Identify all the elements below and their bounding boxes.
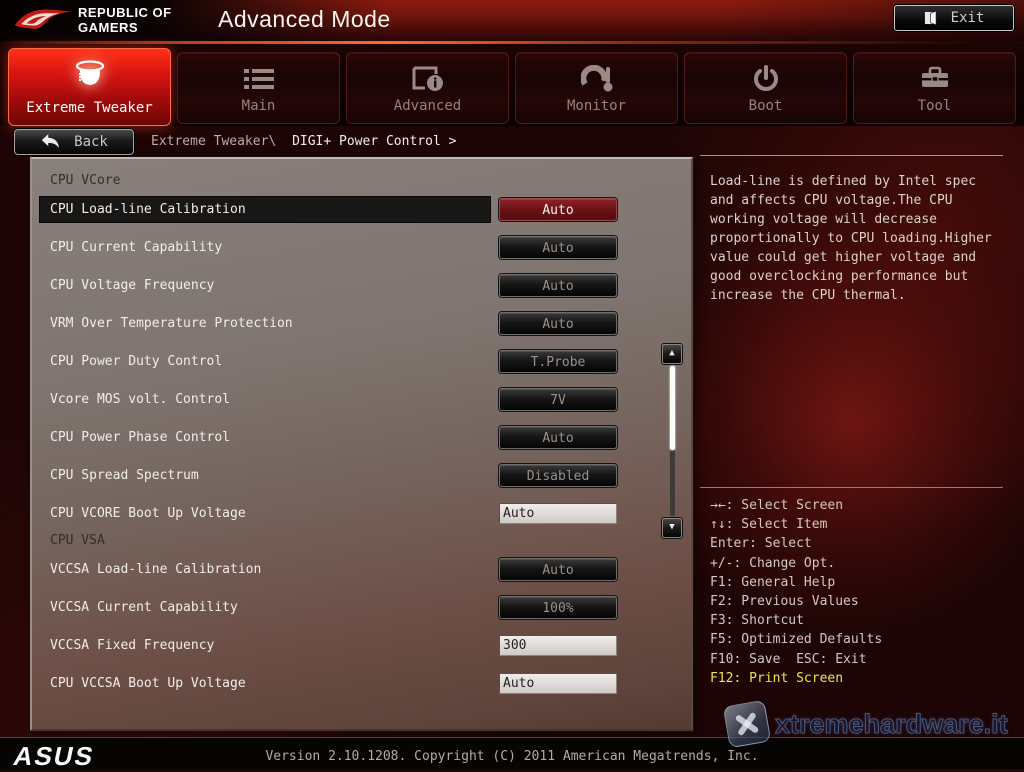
extreme-tweaker-icon [9,59,170,91]
setting-row-vccsa-load-line-calibration[interactable]: VCCSA Load-line Calibration Auto [32,550,691,588]
tab-label: Main [241,98,276,114]
setting-value-input[interactable] [499,634,617,656]
setting-value-input[interactable] [499,672,617,694]
exit-door-icon [924,10,937,26]
shortcut-f1-general-help: F1: General Help [710,574,836,590]
setting-label: CPU Voltage Frequency [50,277,215,293]
setting-value-button[interactable]: Auto [499,235,617,259]
setting-row-vccsa-current-capability[interactable]: VCCSA Current Capability 100% [32,588,691,626]
shortcut-f10-save-esc-exit: F10: Save ESC: Exit [710,651,867,667]
setting-row-cpu-vcore-boot-up-voltage[interactable]: CPU VCORE Boot Up Voltage [32,494,691,532]
setting-value-button[interactable]: Disabled [499,463,617,487]
setting-value-input[interactable] [499,502,617,524]
tab-label: Extreme Tweaker [26,100,153,116]
setting-label: CPU Power Duty Control [50,353,223,369]
setting-label: CPU VCORE Boot Up Voltage [50,505,246,521]
setting-label: VCCSA Fixed Frequency [50,637,215,653]
setting-row-cpu-power-phase-control[interactable]: CPU Power Phase Control Auto [32,418,691,456]
setting-label: VCCSA Current Capability [50,599,238,615]
setting-row-vrm-over-temperature-protection[interactable]: VRM Over Temperature Protection Auto [32,304,691,342]
settings-panel: CPU VCore CPU Load-line Calibration Auto… [30,157,693,731]
help-text: Load-line is defined by Intel spec and a… [710,174,992,303]
group-header-cpu-vsa: CPU VSA [50,533,105,548]
shortcut-enter-select: Enter: Select [710,536,812,552]
setting-label: VCCSA Load-line Calibration [50,561,262,577]
help-panel-top-divider [700,155,1003,156]
toolbox-icon [854,63,1015,95]
back-label: Back [74,133,108,150]
tab-label: Tool [917,98,952,114]
setting-label: Vcore MOS volt. Control [50,391,231,407]
exit-button[interactable]: Exit [894,5,1014,31]
setting-value-button[interactable]: Auto [499,425,617,449]
setting-label: CPU Load-line Calibration [40,196,490,222]
scrollbar-thumb[interactable] [669,366,675,450]
shortcut-select-item: ↑↓: Select Item [710,517,828,533]
tab-extreme-tweaker[interactable]: Extreme Tweaker [8,48,171,126]
setting-row-cpu-current-capability[interactable]: CPU Current Capability Auto [32,228,691,266]
top-bar: REPUBLIC OF GAMERS Advanced Mode Exit [0,0,1024,41]
setting-row-cpu-spread-spectrum[interactable]: CPU Spread Spectrum Disabled [32,456,691,494]
tab-label: Advanced [393,98,462,114]
brand-line-1: REPUBLIC OF [78,5,172,20]
setting-row-vcore-mos-volt-control[interactable]: Vcore MOS volt. Control 7V [32,380,691,418]
back-button[interactable]: Back [14,128,134,155]
setting-row-vccsa-fixed-frequency[interactable]: VCCSA Fixed Frequency [32,626,691,664]
exit-label: Exit [950,10,985,26]
page-title: Advanced Mode [218,6,391,32]
setting-row-cpu-power-duty-control[interactable]: CPU Power Duty Control T.Probe [32,342,691,380]
tab-main[interactable]: Main [177,52,340,124]
setting-label: CPU Spread Spectrum [50,467,199,483]
setting-label: CPU Current Capability [50,239,223,255]
setting-value-button[interactable]: Auto [499,557,617,581]
setting-value-button[interactable]: Auto [499,311,617,335]
shortcut-f12-print-screen: F12: Print Screen [710,670,844,686]
brand-line-2: GAMERS [78,20,139,35]
tab-monitor[interactable]: Monitor [515,52,678,124]
shortcut-f3-shortcut: F3: Shortcut [710,613,804,629]
setting-row-cpu-load-line-calibration[interactable]: CPU Load-line Calibration Auto [32,190,691,228]
setting-value-button[interactable]: Auto [499,273,617,297]
gauge-thermometer-icon [516,63,677,95]
tab-boot[interactable]: Boot [684,52,847,124]
shortcut-select-screen: →←: Select Screen [710,498,844,513]
shortcuts-divider [700,487,1003,488]
scrollbar-track[interactable] [669,366,675,516]
setting-label: CPU VCCSA Boot Up Voltage [50,675,246,691]
tab-strip: Extreme Tweaker Main Advanced Monitor Bo… [0,44,1024,126]
rog-logo-icon [14,9,72,29]
scroll-down-button[interactable]: ▼ [662,518,682,538]
tab-tool[interactable]: Tool [853,52,1016,124]
tab-advanced[interactable]: Advanced [346,52,509,124]
breadcrumb: Extreme Tweaker\ DIGI+ Power Control > [151,134,456,149]
shortcut-f5-optimized-defaults: F5: Optimized Defaults [710,632,883,648]
setting-value-button[interactable]: 7V [499,387,617,411]
breadcrumb-current: DIGI+ Power Control > [292,134,457,149]
setting-row-cpu-voltage-frequency[interactable]: CPU Voltage Frequency Auto [32,266,691,304]
tab-label: Boot [748,98,783,114]
version-text: Version 2.10.1208. Copyright (C) 2011 Am… [265,749,759,764]
setting-label: CPU Power Phase Control [50,429,231,445]
setting-value-button[interactable]: T.Probe [499,349,617,373]
setting-row-cpu-vccsa-boot-up-voltage[interactable]: CPU VCCSA Boot Up Voltage [32,664,691,702]
list-icon [178,63,339,95]
watermark-text: xtremehardware.it [775,708,1009,739]
setting-value-button[interactable]: 100% [499,595,617,619]
scroll-up-button[interactable]: ▲ [662,344,682,364]
breadcrumb-row: Back Extreme Tweaker\ DIGI+ Power Contro… [14,128,456,155]
scrollbar: ▲ ▼ [662,344,682,538]
shortcut-legend: →←: Select Screen ↑↓: Select Item Enter:… [710,496,882,688]
page-info-icon [347,63,508,95]
group-header-cpu-vcore: CPU VCore [50,173,121,188]
setting-value-button[interactable]: Auto [499,197,617,221]
brand-text: REPUBLIC OF GAMERS [78,5,172,35]
shortcut-f2-previous-values: F2: Previous Values [710,594,859,610]
back-arrow-icon [41,134,59,148]
tab-label: Monitor [566,98,626,114]
shortcut-change-opt: +/-: Change Opt. [710,555,836,571]
breadcrumb-parent: Extreme Tweaker\ [151,134,277,149]
footer-bar: ASUS Version 2.10.1208. Copyright (C) 20… [0,737,1024,771]
setting-label: VRM Over Temperature Protection [50,315,293,331]
power-icon [685,63,846,95]
